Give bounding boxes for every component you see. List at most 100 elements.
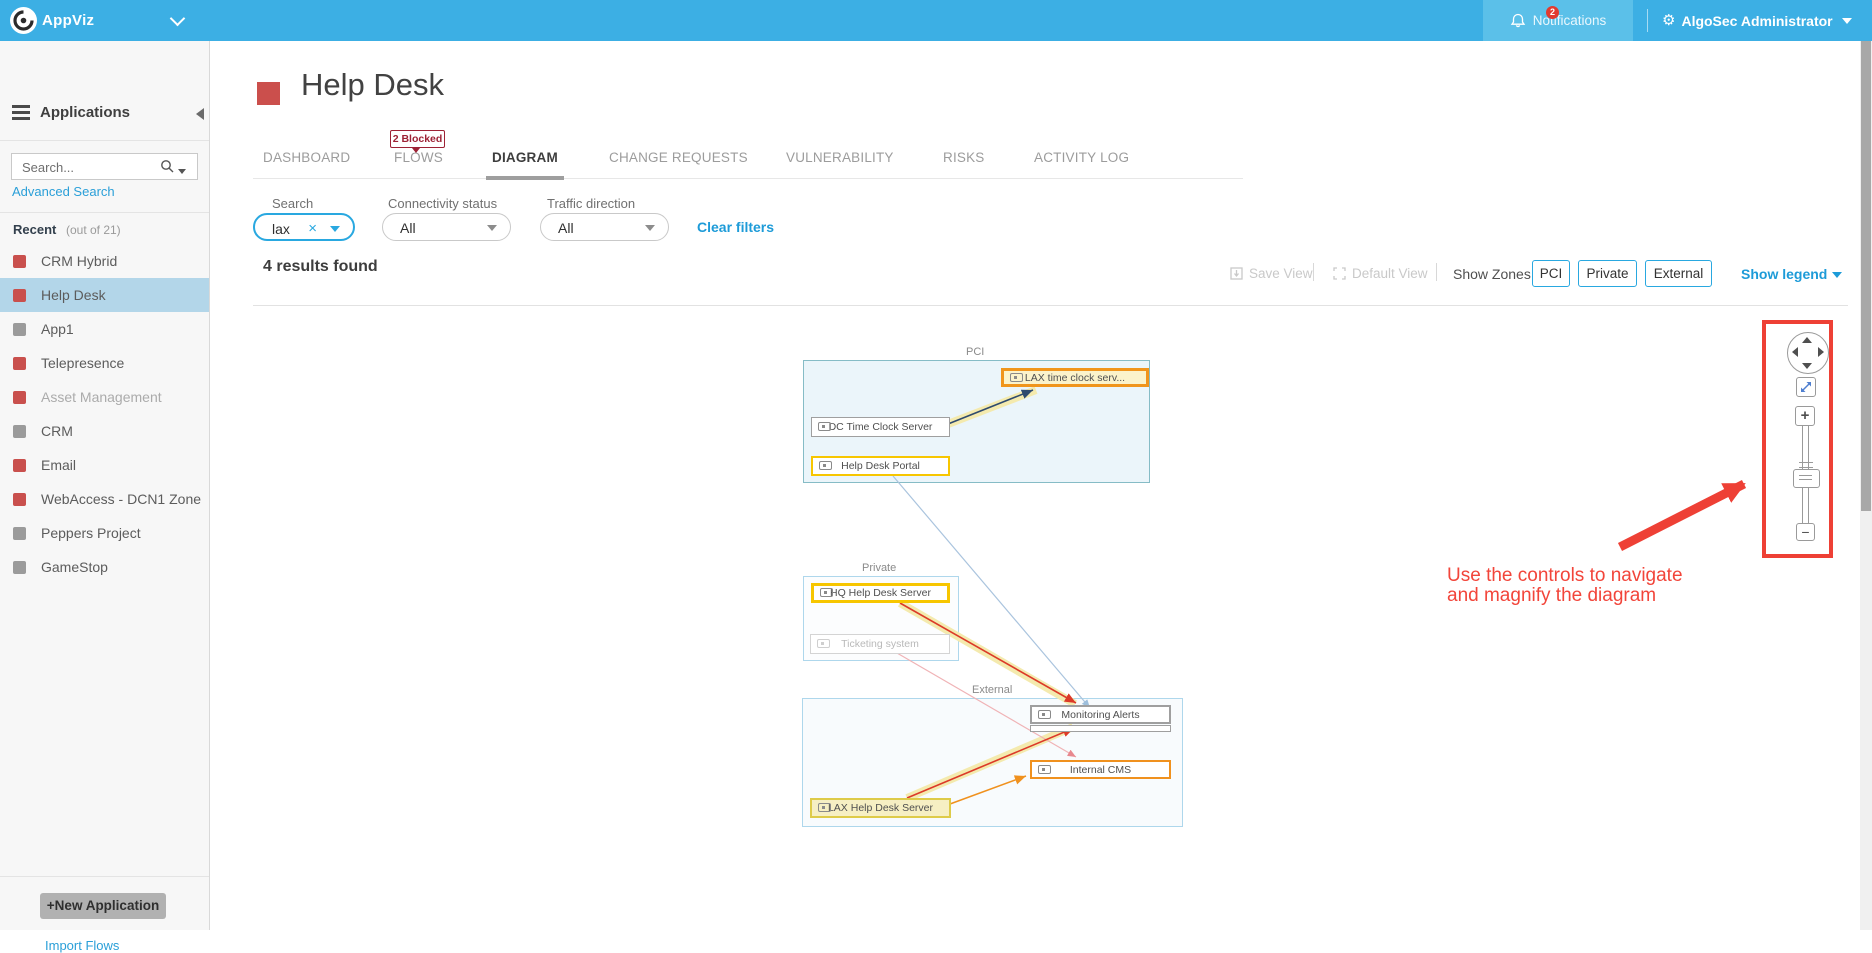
new-application-button[interactable]: +New Application [40, 893, 166, 919]
node-label: Monitoring Alerts [1061, 709, 1139, 721]
tab-risks[interactable]: RISKS [943, 150, 985, 165]
chevron-down-icon[interactable] [645, 225, 655, 231]
toolbar-divider [1313, 263, 1314, 281]
clear-search-icon[interactable]: × [308, 220, 317, 237]
traffic-direction-select[interactable]: All [540, 213, 669, 241]
diagram-node-internal-cms[interactable]: Internal CMS [1030, 760, 1171, 779]
recent-header: Recent (out of 21) [13, 222, 121, 237]
blocked-count-badge: 2 Blocked [390, 130, 445, 148]
app-label: App1 [41, 321, 74, 337]
zone-button-pci[interactable]: PCI [1532, 260, 1570, 287]
tab-vulnerability[interactable]: VULNERABILITY [786, 150, 894, 165]
sidebar-item-telepresence[interactable]: Telepresence [0, 346, 209, 380]
chevron-down-icon[interactable] [487, 225, 497, 231]
zoom-out-button[interactable]: − [1796, 523, 1815, 541]
search-icon[interactable] [160, 159, 175, 174]
node-label: Internal CMS [1070, 764, 1131, 776]
server-icon [1010, 373, 1023, 382]
caret-down-icon [1842, 18, 1852, 24]
node-label: Ticketing system [841, 638, 919, 650]
sidebar-item-crm[interactable]: CRM [0, 414, 209, 448]
sidebar-item-crm-hybrid[interactable]: CRM Hybrid [0, 244, 209, 278]
diagram-node-dc-time-clock-server[interactable]: DC Time Clock Server [811, 417, 950, 437]
show-zones-label: Show Zones [1453, 266, 1531, 282]
fit-to-screen-button[interactable] [1796, 377, 1816, 397]
zoom-in-button[interactable]: + [1795, 406, 1815, 426]
search-options-caret-icon[interactable] [178, 169, 186, 174]
default-view-button[interactable]: Default View [1333, 266, 1428, 281]
topbar-divider [1647, 9, 1648, 32]
recent-label: Recent [13, 222, 56, 237]
diagram-node-hq-help-desk-server[interactable]: HQ Help Desk Server [811, 583, 950, 603]
zone-button-private[interactable]: Private [1578, 260, 1637, 287]
notifications-button[interactable]: Notifications 2 [1483, 0, 1633, 41]
app-color-icon [13, 255, 26, 268]
save-view-button[interactable]: Save View [1230, 266, 1313, 281]
chevron-down-icon[interactable] [330, 226, 340, 232]
gear-icon: ⚙ [1662, 13, 1675, 28]
collapse-sidebar-icon[interactable] [196, 108, 204, 120]
zone-private-label: Private [862, 562, 896, 574]
sidebar-item-app1[interactable]: App1 [0, 312, 209, 346]
sidebar-item-peppers-project[interactable]: Peppers Project [0, 516, 209, 550]
zoom-slider-handle[interactable] [1793, 469, 1820, 488]
tab-dashboard[interactable]: DASHBOARD [263, 150, 350, 165]
node-label: LAX time clock serv... [1025, 372, 1125, 384]
import-flows-link[interactable]: Import Flows [45, 938, 119, 953]
pan-left-icon[interactable] [1792, 347, 1798, 357]
pan-up-icon[interactable] [1802, 337, 1812, 343]
app-color-icon [13, 357, 26, 370]
diagram-node-lax-help-desk-server[interactable]: LAX Help Desk Server [810, 798, 951, 818]
tab-change-requests[interactable]: CHANGE REQUESTS [609, 150, 748, 165]
notifications-count-badge: 2 [1546, 6, 1559, 19]
server-icon [818, 422, 831, 431]
app-color-icon [13, 493, 26, 506]
pan-down-icon[interactable] [1802, 363, 1812, 369]
app-label: CRM [41, 423, 73, 439]
sidebar-item-gamestop[interactable]: GameStop [0, 550, 209, 584]
diagram-node-monitoring-alerts-stack[interactable] [1030, 725, 1171, 732]
zone-button-external[interactable]: External [1645, 260, 1712, 287]
server-icon [817, 639, 830, 648]
tab-diagram[interactable]: DIAGRAM [492, 150, 558, 165]
search-filter-value: lax [272, 221, 290, 237]
diagram-node-lax-time-clock-servers[interactable]: LAX time clock serv... [1001, 368, 1149, 387]
connectivity-status-value: All [400, 220, 416, 236]
clear-filters-link[interactable]: Clear filters [697, 219, 774, 235]
sidebar-search-input[interactable]: Search... [11, 153, 198, 180]
applications-sidebar: Applications Search... Advanced Search R… [0, 41, 210, 930]
page-title: Help Desk [301, 67, 444, 103]
user-menu[interactable]: ⚙ AlgoSec Administrator [1662, 0, 1852, 41]
show-legend-button[interactable]: Show legend [1741, 266, 1842, 282]
divider [253, 305, 1848, 306]
connectivity-status-select[interactable]: All [382, 213, 511, 241]
traffic-direction-value: All [558, 220, 574, 236]
node-label: HQ Help Desk Server [830, 587, 931, 599]
page-scrollbar-thumb[interactable] [1861, 41, 1871, 511]
chevron-down-icon[interactable] [170, 11, 186, 27]
zoom-slider-ticks [1799, 462, 1813, 468]
diagram-node-help-desk-portal[interactable]: Help Desk Portal [811, 456, 950, 476]
sidebar-item-email[interactable]: Email [0, 448, 209, 482]
server-icon [1038, 765, 1051, 774]
node-label: DC Time Clock Server [829, 421, 933, 433]
node-label: LAX Help Desk Server [828, 802, 933, 814]
save-view-label: Save View [1249, 266, 1313, 281]
sidebar-item-webaccess-dcn1-zone[interactable]: WebAccess - DCN1 Zone [0, 482, 209, 516]
diagram-node-monitoring-alerts[interactable]: Monitoring Alerts [1030, 705, 1171, 724]
results-count: 4 results found [263, 258, 378, 276]
pan-control[interactable] [1787, 332, 1829, 374]
sidebar-item-help-desk[interactable]: Help Desk [0, 278, 209, 312]
advanced-search-link[interactable]: Advanced Search [12, 184, 115, 199]
search-filter-input[interactable]: lax × [253, 213, 355, 241]
menu-icon[interactable] [12, 105, 30, 123]
active-tab-marker [486, 176, 564, 180]
expand-icon [1797, 378, 1815, 396]
diagram-node-ticketing-system[interactable]: Ticketing system [810, 634, 950, 654]
app-color-icon [13, 527, 26, 540]
tab-activity-log[interactable]: ACTIVITY LOG [1034, 150, 1129, 165]
divider [0, 140, 209, 141]
pan-right-icon[interactable] [1818, 347, 1824, 357]
divider [0, 212, 209, 213]
sidebar-item-asset-management[interactable]: Asset Management [0, 380, 209, 414]
